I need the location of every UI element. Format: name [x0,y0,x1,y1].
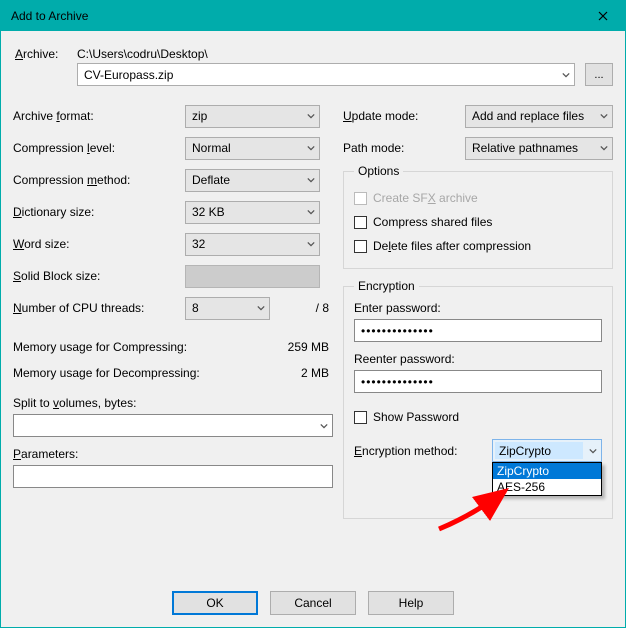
reenter-password-input[interactable]: •••••••••••••• [354,370,602,393]
compression-level-combo[interactable]: Normal [185,137,320,160]
archive-label: Archive: [15,47,58,61]
show-password-label: Show Password [373,410,459,424]
word-size-combo[interactable]: 32 [185,233,320,256]
memory-decompress-value: 2 MB [263,366,333,380]
ok-button[interactable]: OK [172,591,258,615]
window-title: Add to Archive [11,9,88,23]
enter-password-label: Enter password: [354,301,602,315]
path-mode-label: Path mode: [343,141,465,155]
word-size-label: Word size: [13,237,185,251]
encryption-legend: Encryption [354,279,419,293]
chevron-down-icon [600,112,608,120]
delete-after-label: Delete files after compression [373,239,531,253]
encryption-option-zipcrypto[interactable]: ZipCrypto [493,463,601,479]
enter-password-input[interactable]: •••••••••••••• [354,319,602,342]
add-to-archive-window: Add to Archive Archive: C:\Users\codru\D… [0,0,626,628]
help-button[interactable]: Help [368,591,454,615]
archive-format-combo[interactable]: zip [185,105,320,128]
parameters-label: Parameters: [13,447,333,461]
close-icon [598,11,608,21]
memory-decompress-label: Memory usage for Decompressing: [13,366,263,380]
compression-level-label: Compression level: [13,141,185,155]
create-sfx-label: Create SFX archive [373,191,478,205]
chevron-down-icon [562,71,570,79]
path-mode-combo[interactable]: Relative pathnames [465,137,613,160]
options-group: Options Create SFX archive Compress shar… [343,164,613,269]
close-button[interactable] [581,1,625,31]
browse-button[interactable]: ... [585,63,613,86]
memory-compress-value: 259 MB [263,340,333,354]
split-volumes-label: Split to volumes, bytes: [13,396,333,410]
compression-method-label: Compression method: [13,173,185,187]
chevron-down-icon [257,304,265,312]
archive-file-value: CV-Europass.zip [84,68,173,82]
encryption-method-label: Encryption method: [354,444,492,458]
encryption-option-aes256[interactable]: AES-256 [493,479,601,495]
update-mode-label: Update mode: [343,109,465,123]
archive-file-combo[interactable]: CV-Europass.zip [77,63,575,86]
split-volumes-combo[interactable] [13,414,333,437]
encryption-method-dropdown: ZipCrypto AES-256 [492,462,602,496]
chevron-down-icon [307,240,315,248]
titlebar[interactable]: Add to Archive [1,1,625,31]
cancel-button[interactable]: Cancel [270,591,356,615]
compression-method-combo[interactable]: Deflate [185,169,320,192]
chevron-down-icon [589,447,597,455]
compress-shared-label: Compress shared files [373,215,492,229]
options-legend: Options [354,164,403,178]
reenter-password-label: Reenter password: [354,352,602,366]
chevron-down-icon [307,208,315,216]
create-sfx-checkbox [354,192,367,205]
archive-folder-path: C:\Users\codru\Desktop\ [77,47,208,61]
archive-format-label: Archive format: [13,109,185,123]
cpu-threads-label: Number of CPU threads: [13,301,185,315]
solid-block-label: Solid Block size: [13,269,185,283]
chevron-down-icon [320,422,328,430]
delete-after-checkbox[interactable] [354,240,367,253]
encryption-group: Encryption Enter password: •••••••••••••… [343,279,613,519]
cpu-threads-max: / 8 [270,301,333,315]
dictionary-size-label: Dictionary size: [13,205,185,219]
chevron-down-icon [307,176,315,184]
compress-shared-checkbox[interactable] [354,216,367,229]
memory-compress-label: Memory usage for Compressing: [13,340,263,354]
dictionary-size-combo[interactable]: 32 KB [185,201,320,224]
chevron-down-icon [307,144,315,152]
chevron-down-icon [307,112,315,120]
show-password-checkbox[interactable] [354,411,367,424]
chevron-down-icon [600,144,608,152]
update-mode-combo[interactable]: Add and replace files [465,105,613,128]
cpu-threads-combo[interactable]: 8 [185,297,270,320]
solid-block-combo [185,265,320,288]
encryption-method-combo[interactable]: ZipCrypto ZipCrypto AES-256 [492,439,602,462]
parameters-input[interactable] [13,465,333,488]
